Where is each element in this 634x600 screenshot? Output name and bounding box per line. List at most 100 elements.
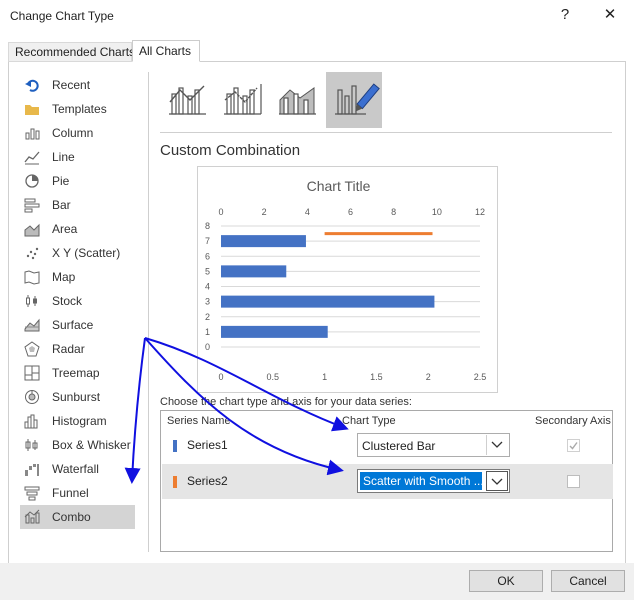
- secondary-x-tick-label: 0: [218, 207, 223, 217]
- help-button[interactable]: ?: [553, 4, 577, 26]
- series1-name: Series1: [187, 438, 228, 452]
- sunburst-icon: [25, 390, 39, 404]
- secondary-x-tick-label: 6: [348, 207, 353, 217]
- sidebar-item-label: Line: [52, 150, 75, 164]
- chart-svg: Chart Title0123456780 0.5 1 1.5 2 2.50 2 4 6 8 10 1…: [205, 178, 487, 382]
- series-table: Series Name Chart Type Secondary Axis Se…: [160, 410, 613, 552]
- line-chart-icon: [24, 151, 40, 165]
- y-tick-label: 3: [205, 297, 210, 307]
- sidebar-item-label: Stock: [52, 294, 83, 308]
- area-chart-icon: [24, 223, 40, 237]
- x-tick-label: 1: [322, 372, 327, 382]
- chart-preview: Chart Title 0 1 2 3 4 5 6 7 8 0 0.5 1 1.5 2 2.5 0 2 4 6 8 10 1…: [197, 166, 498, 393]
- surface-chart-icon: [24, 318, 40, 332]
- secondary-x-tick-label: 10: [432, 207, 442, 217]
- sidebar-item-radar[interactable]: Radar: [20, 337, 135, 361]
- series2-chart-type-select[interactable]: Scatter with Smooth ...: [357, 469, 510, 493]
- chevron-down-icon[interactable]: [486, 435, 508, 455]
- box-whisker-icon: [25, 439, 38, 451]
- window-title: Change Chart Type: [10, 9, 114, 23]
- sidebar-item-map[interactable]: Map: [20, 265, 135, 289]
- series-row-series1[interactable]: Series1 Clustered Bar: [162, 428, 613, 463]
- sidebar-item-waterfall[interactable]: Waterfall: [20, 457, 135, 481]
- y-tick-label: 6: [205, 251, 210, 261]
- bar-series1-1: [221, 325, 328, 338]
- sidebar-item-sunburst[interactable]: Sunburst: [20, 385, 135, 409]
- sidebar-item-x-y-scatter[interactable]: X Y (Scatter): [20, 241, 135, 265]
- sidebar-item-funnel[interactable]: Funnel: [20, 481, 135, 505]
- x-tick-label: 2: [426, 372, 431, 382]
- tab-all-charts[interactable]: All Charts: [132, 40, 200, 62]
- sidebar-item-label: Templates: [52, 102, 107, 116]
- column-chart-icon: [25, 128, 40, 140]
- sidebar-item-templates[interactable]: Templates: [20, 97, 135, 121]
- custom-combination-icon[interactable]: [326, 72, 382, 128]
- x-tick-label: 2.5: [474, 372, 487, 382]
- chart-title: Chart Title: [307, 178, 371, 194]
- sidebar-item-surface[interactable]: Surface: [20, 313, 135, 337]
- y-tick-label: 8: [205, 221, 210, 231]
- sidebar-item-column[interactable]: Column: [20, 121, 135, 145]
- bar-series1-5: [221, 265, 287, 278]
- sidebar-item-label: Radar: [52, 342, 85, 356]
- sidebar-item-stock[interactable]: Stock: [20, 289, 135, 313]
- sidebar-item-label: Histogram: [52, 414, 107, 428]
- sidebar-item-label: Recent: [52, 78, 91, 92]
- chevron-down-icon[interactable]: [486, 471, 508, 491]
- header-chart-type: Chart Type: [342, 415, 396, 427]
- sidebar-item-label: Surface: [52, 318, 94, 332]
- sidebar-item-recent[interactable]: Recent: [20, 73, 135, 97]
- waterfall-icon: [25, 464, 39, 476]
- stock-chart-icon: [26, 295, 37, 307]
- y-tick-label: 7: [205, 236, 210, 246]
- cancel-button[interactable]: Cancel: [551, 570, 625, 592]
- series2-color-swatch: [173, 476, 177, 488]
- series2-secondary-axis-checkbox[interactable]: [567, 475, 580, 488]
- y-tick-label: 1: [205, 327, 210, 337]
- clustered-column-line-secondary-icon[interactable]: [215, 72, 271, 128]
- series1-chart-type-select[interactable]: Clustered Bar: [357, 433, 510, 457]
- sidebar-item-label: Waterfall: [52, 462, 99, 476]
- stacked-area-column-icon[interactable]: [270, 72, 326, 128]
- ok-button[interactable]: OK: [469, 570, 543, 592]
- header-series-name: Series Name: [167, 415, 231, 427]
- clustered-column-line-icon[interactable]: [160, 72, 216, 128]
- y-tick-label: 2: [205, 312, 210, 322]
- sidebar-item-label: Bar: [52, 198, 71, 212]
- sidebar-item-histogram[interactable]: Histogram: [20, 409, 135, 433]
- sidebar-item-label: Box & Whisker: [52, 438, 131, 452]
- sidebar-item-combo[interactable]: Combo: [20, 505, 135, 529]
- funnel-icon: [24, 486, 40, 501]
- y-tick-label: 0: [205, 342, 210, 352]
- series1-color-swatch: [173, 440, 177, 452]
- sidebar-item-label: Area: [52, 222, 78, 236]
- sidebar-item-label: Combo: [52, 510, 91, 524]
- sidebar-item-label: Pie: [52, 174, 70, 188]
- sidebar-item-pie[interactable]: Pie: [20, 169, 135, 193]
- x-tick-label: 0: [218, 372, 223, 382]
- close-button[interactable]: ✕: [598, 4, 622, 26]
- folder-icon: [25, 105, 39, 115]
- bar-chart-icon: [24, 198, 40, 213]
- series-row-series2[interactable]: Series2 Scatter with Smooth ...: [162, 464, 613, 499]
- sidebar-divider: [148, 72, 149, 552]
- sidebar-item-treemap[interactable]: Treemap: [20, 361, 135, 385]
- secondary-x-tick-label: 2: [262, 207, 267, 217]
- section-title: Custom Combination: [160, 142, 301, 159]
- series1-secondary-axis-checkbox[interactable]: [567, 439, 580, 452]
- series1-chart-type-value: Clustered Bar: [362, 439, 436, 453]
- header-secondary-axis: Secondary Axis: [535, 415, 611, 427]
- sidebar-item-label: Map: [52, 270, 76, 284]
- sidebar-item-area[interactable]: Area: [20, 217, 135, 241]
- sidebar-item-bar[interactable]: Bar: [20, 193, 135, 217]
- scatter-chart-icon: [26, 247, 39, 260]
- y-tick-label: 5: [205, 266, 210, 276]
- tab-recommended-charts[interactable]: Recommended Charts: [8, 42, 135, 62]
- secondary-x-tick-label: 4: [305, 207, 310, 217]
- secondary-x-tick-label: 12: [475, 207, 485, 217]
- series2-chart-type-value: Scatter with Smooth ...: [360, 472, 482, 490]
- sidebar-item-line[interactable]: Line: [20, 145, 135, 169]
- sidebar-item-label: Funnel: [52, 486, 89, 500]
- sidebar-item-box-whisker[interactable]: Box & Whisker: [20, 433, 135, 457]
- histogram-icon: [24, 414, 38, 429]
